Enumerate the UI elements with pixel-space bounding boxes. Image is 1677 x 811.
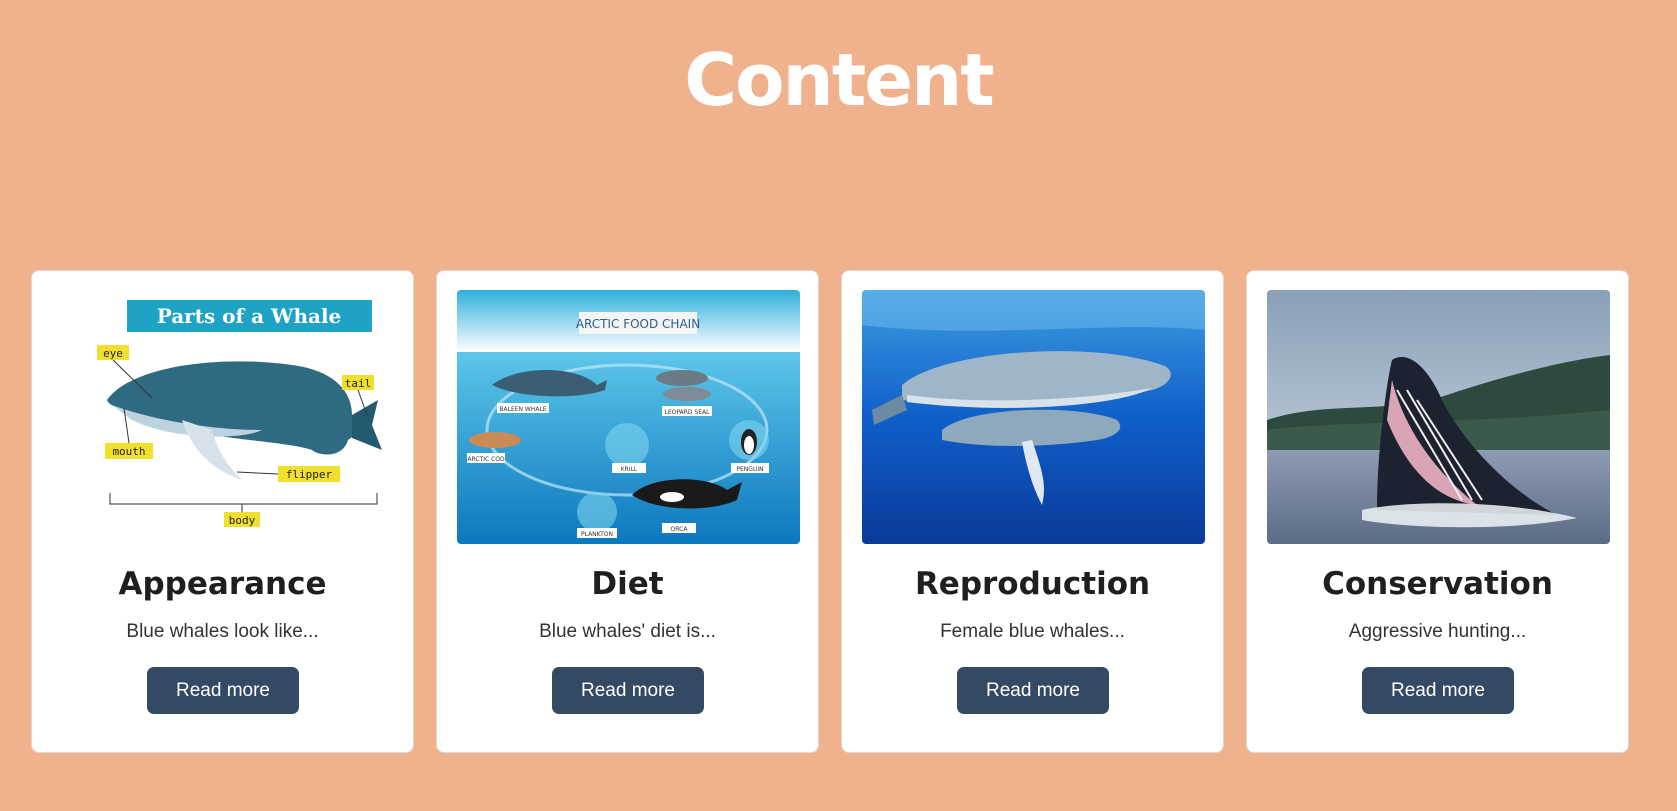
- card-title: Appearance: [118, 566, 327, 602]
- card-conservation: Conservation Aggressive hunting... Read …: [1246, 270, 1629, 753]
- svg-text:eye: eye: [103, 347, 123, 360]
- svg-text:flipper: flipper: [286, 468, 333, 481]
- card-title: Diet: [591, 566, 664, 602]
- page-title: Content: [684, 38, 995, 122]
- svg-text:body: body: [229, 514, 256, 527]
- svg-text:mouth: mouth: [112, 445, 145, 458]
- read-more-button[interactable]: Read more: [1362, 667, 1514, 714]
- svg-text:LEOPARD SEAL: LEOPARD SEAL: [665, 409, 711, 416]
- card-title: Conservation: [1322, 566, 1553, 602]
- read-more-button[interactable]: Read more: [957, 667, 1109, 714]
- read-more-button[interactable]: Read more: [552, 667, 704, 714]
- svg-text:KRILL: KRILL: [621, 466, 638, 473]
- svg-text:BALEEN WHALE: BALEEN WHALE: [499, 406, 546, 413]
- svg-text:ARCTIC FOOD CHAIN: ARCTIC FOOD CHAIN: [576, 317, 700, 331]
- svg-text:Parts of a Whale: Parts of a Whale: [157, 304, 342, 328]
- arctic-food-chain-image: ARCTIC FOOD CHAIN BALEEN WHALE LEOPARD S…: [457, 290, 800, 544]
- svg-text:tail: tail: [345, 377, 372, 390]
- card-grid: Parts of a Whale eye tail mouth flipper: [31, 270, 1631, 753]
- card-description: Aggressive hunting...: [1348, 621, 1527, 642]
- whale-breaching-image: [1267, 290, 1610, 544]
- card-description: Female blue whales...: [940, 621, 1125, 642]
- whale-parts-diagram-image: Parts of a Whale eye tail mouth flipper: [52, 290, 395, 544]
- read-more-button[interactable]: Read more: [147, 667, 299, 714]
- svg-text:PENGUIN: PENGUIN: [736, 466, 763, 473]
- svg-text:ORCA: ORCA: [671, 526, 689, 533]
- card-description: Blue whales look like...: [126, 621, 319, 642]
- svg-text:PLANKTON: PLANKTON: [581, 531, 613, 538]
- card-title: Reproduction: [914, 566, 1151, 602]
- whales-underwater-image: [862, 290, 1205, 544]
- card-diet: ARCTIC FOOD CHAIN BALEEN WHALE LEOPARD S…: [436, 270, 819, 753]
- card-reproduction: Reproduction Female blue whales... Read …: [841, 270, 1224, 753]
- card-appearance: Parts of a Whale eye tail mouth flipper: [31, 270, 414, 753]
- card-description: Blue whales' diet is...: [539, 621, 716, 642]
- svg-text:ARCTIC COD: ARCTIC COD: [467, 456, 505, 463]
